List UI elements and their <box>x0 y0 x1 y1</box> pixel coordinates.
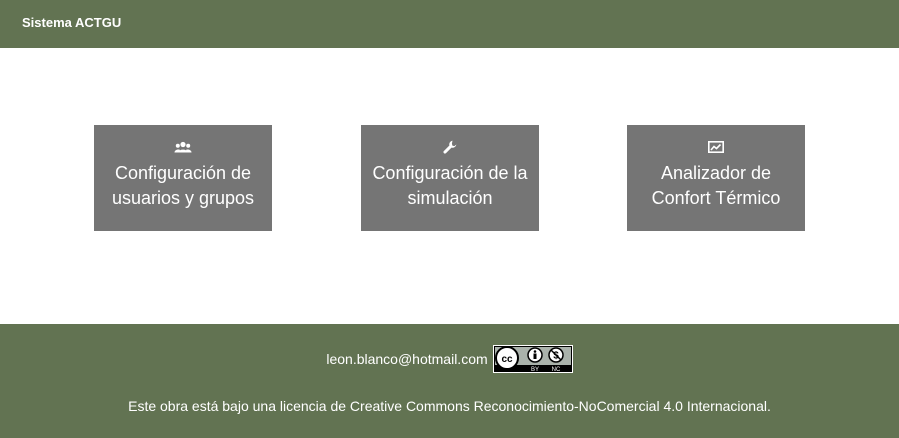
users-icon <box>94 139 272 155</box>
email-text: leon.blanco@hotmail.com <box>326 351 488 367</box>
contact-row: leon.blanco@hotmail.com cc $ BY NC <box>0 345 899 373</box>
top-navbar: Sistema ACTGU <box>0 0 899 48</box>
badge-by-text: BY <box>531 367 539 373</box>
tile-label: Analizador de Confort Térmico <box>651 163 781 208</box>
simulation-config-tile[interactable]: Configuración de la simulación <box>361 125 539 231</box>
chart-icon <box>627 139 805 155</box>
thermal-comfort-analyzer-tile[interactable]: Analizador de Confort Térmico <box>627 125 805 231</box>
badge-nc-text: NC <box>551 367 560 373</box>
tile-label: Configuración de la simulación <box>372 163 528 208</box>
cc-by-nc-badge-icon[interactable]: cc $ BY NC <box>492 345 573 373</box>
tile-label: Configuración de usuarios y grupos <box>111 163 255 208</box>
users-groups-config-tile[interactable]: Configuración de usuarios y grupos <box>94 125 272 231</box>
footer: leon.blanco@hotmail.com cc $ BY NC Este … <box>0 324 899 438</box>
license-text: Este obra está bajo una licencia de Crea… <box>128 398 771 414</box>
brand-link[interactable]: Sistema ACTGU <box>22 15 121 30</box>
wrench-icon <box>361 139 539 155</box>
svg-text:cc: cc <box>501 354 513 365</box>
